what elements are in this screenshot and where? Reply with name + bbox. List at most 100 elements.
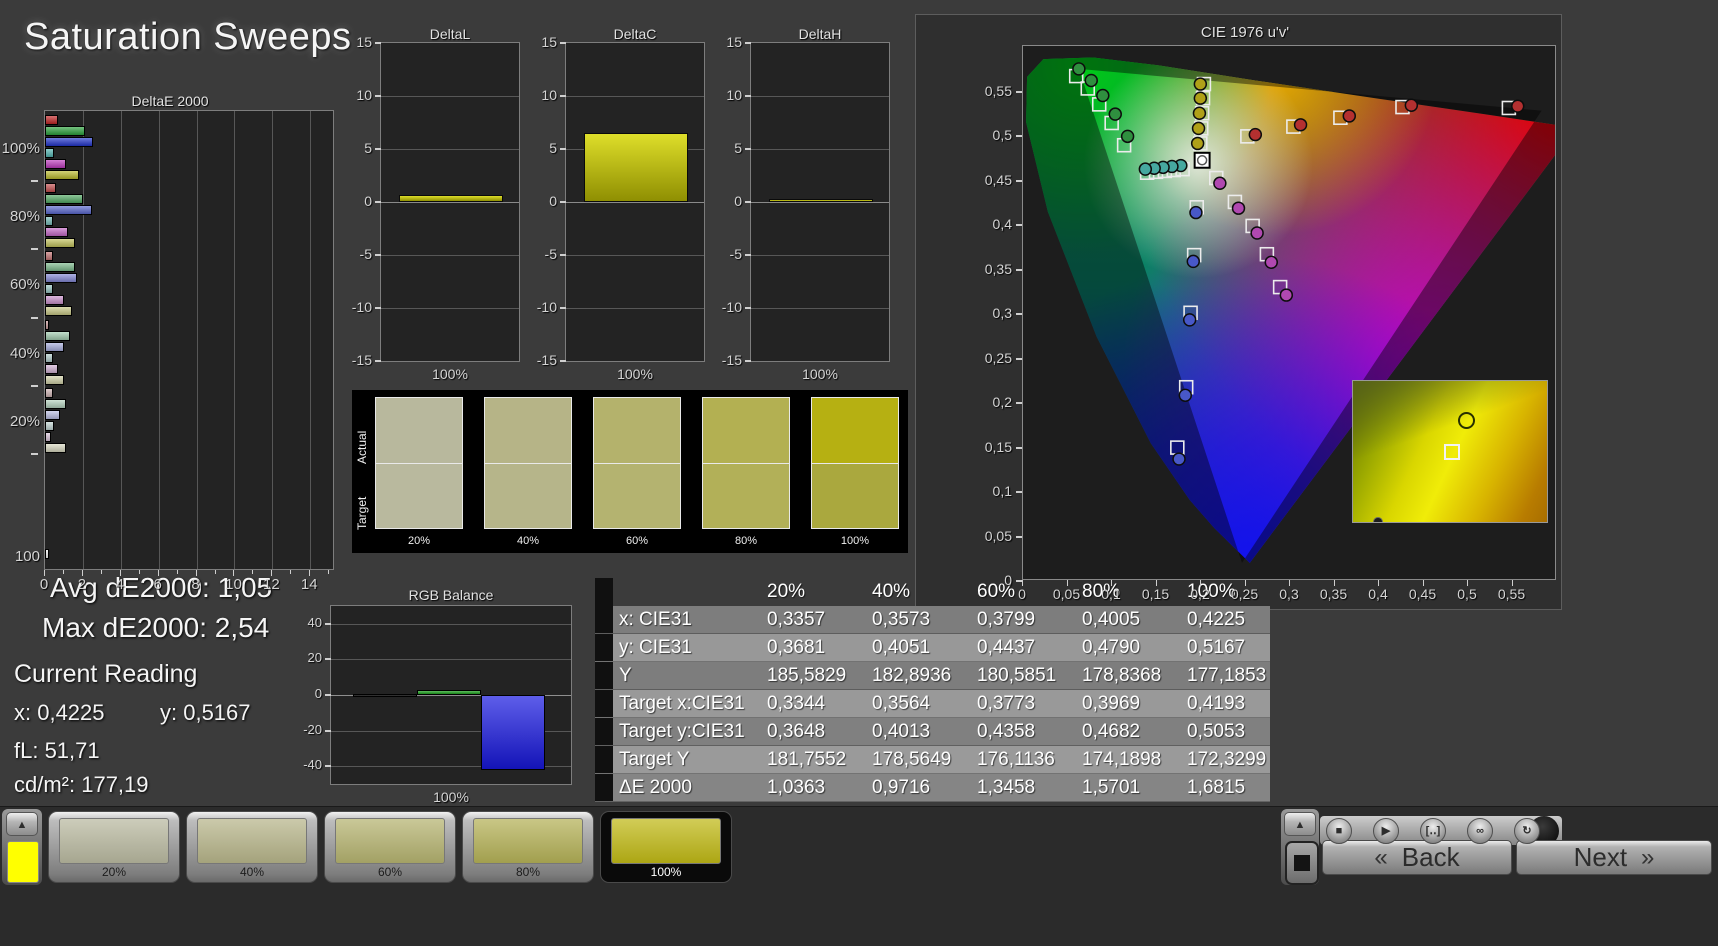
pattern-button-40%[interactable]: 40% [186,811,318,883]
ytick: -5 [521,246,557,262]
deltae2000-chart-title: DeltaE 2000 [60,93,280,109]
cie-measured-blue [1184,314,1196,326]
deltae-bar-100%-5 [45,170,79,180]
pattern-button-label: 100% [601,865,731,879]
cie-xtick: 0,35 [1314,586,1354,602]
table-row-label: ΔE 2000 [613,774,765,801]
square-icon [1294,855,1310,871]
deltae-bar-80%-0 [45,183,56,193]
ytick-mark [745,42,751,44]
ytick-mark [560,360,566,362]
table-cell: 172,3299 [1185,746,1290,773]
cie-ytick: 0,45 [966,172,1012,188]
ytick-mark [745,201,751,203]
frame-step-button[interactable]: [‥] [1420,818,1446,844]
deltae-bar-80%-1 [45,194,83,204]
cie-xtick: 0,15 [1136,586,1176,602]
cie-ytick-mark [1016,91,1022,93]
meter-up-button[interactable]: ▲ [1284,812,1316,836]
gridline [331,624,571,625]
cie-chart-title: CIE 1976 u'v' [1100,24,1390,41]
table-cell: 1,3458 [975,774,1080,801]
cie-measured-red [1343,110,1355,122]
stop-button[interactable]: ■ [1326,818,1352,844]
current-color-panel: ▲ [2,809,42,885]
loop-button[interactable]: ∞ [1467,818,1493,844]
deltae-bar-20%-0 [45,388,53,398]
strip-patch-label: 20% [375,535,463,547]
xtick: 100% [750,366,890,382]
table-cell: 0,4051 [870,634,975,661]
gridline [121,111,122,569]
strip-actual-label: Actual [355,412,371,482]
ytick: 15 [706,34,742,50]
table-cell: 1,0363 [765,774,870,801]
table-row-lead [595,690,613,717]
table-row-lead [595,662,613,689]
table-cell: 176,1136 [975,746,1080,773]
table-cell: 0,3969 [1080,690,1185,717]
inset-measured-point [1458,412,1475,429]
deltac-bar [584,133,688,202]
cie-ytick-mark [1016,358,1022,360]
table-row: Target y:CIE310,36480,40130,43580,46820,… [595,718,1270,746]
deltae-xtick: 14 [297,576,321,593]
deltae-bar-60%-5 [45,306,72,316]
cie-measured-yellow [1193,122,1205,134]
ytick: 10 [336,87,372,103]
back-button[interactable]: « Back [1322,840,1512,875]
rgb-ytick-mark [325,730,331,732]
deltae-bar-20%-1 [45,399,66,409]
pattern-button-label: 40% [187,865,317,879]
gridline [381,96,519,97]
ytick-mark [560,148,566,150]
table-row: ΔE 20001,03630,97161,34581,57011,6815 [595,774,1270,802]
deltae-bar-40%-3 [45,353,53,363]
cie-measured-red [1512,100,1524,112]
play-button[interactable]: ▶ [1373,818,1399,844]
deltae-bar-100%-0 [45,115,58,125]
deltal-plot [380,42,520,362]
refresh-button[interactable]: ↻ [1514,818,1540,844]
deltae2000-plot [44,110,334,570]
cie-measured-blue [1190,207,1202,219]
target-patch-40% [484,463,572,529]
max-de2000-value: Max dE2000: 2,54 [42,612,269,644]
ytick: 0 [521,193,557,209]
pattern-button-80%[interactable]: 80% [462,811,594,883]
rgb-bar-red [353,694,417,697]
rgb-balance-plot [330,605,572,785]
deltae-bar-80%-3 [45,216,53,226]
table-cell: 0,4437 [975,634,1080,661]
deltae-xtick: 8 [184,576,208,593]
pattern-button-20%[interactable]: 20% [48,811,180,883]
app-window: Saturation Sweeps DeltaE 2000 DeltaL Del… [0,0,1718,946]
next-button[interactable]: Next » [1516,840,1712,875]
deltae-ytick: 100 [0,548,40,565]
table-cell: 1,5701 [1080,774,1185,801]
pattern-swatch-100% [611,818,721,864]
pattern-up-button[interactable]: ▲ [6,812,38,836]
ytick: 15 [521,34,557,50]
gridline [83,111,84,569]
deltae-bar-20%-2 [45,410,60,420]
cie-ytick: 0,1 [966,483,1012,499]
table-header-label [613,578,765,606]
table-row: Y185,5829182,8936180,5851178,8368177,185… [595,662,1270,690]
pattern-button-60%[interactable]: 60% [324,811,456,883]
pattern-window-button[interactable] [1285,841,1319,885]
table-cell: 0,3681 [765,634,870,661]
cie-ytick-mark [1016,447,1022,449]
table-cell: 0,3357 [765,606,870,633]
deltae-bar-100%-4 [45,159,66,169]
pattern-button-100%[interactable]: 100% [600,811,732,883]
back-button-label: Back [1402,842,1460,873]
gridline [566,202,704,203]
deltae-bar-40%-4 [45,364,58,374]
table-row: Target x:CIE310,33440,35640,37730,39690,… [595,690,1270,718]
cie-ytick: 0,3 [966,305,1012,321]
cie-xtick: 0,05 [1047,586,1087,602]
current-reading-label: Current Reading [14,660,197,689]
table-cell: 0,5053 [1185,718,1290,745]
actual-patch-80% [702,397,790,463]
